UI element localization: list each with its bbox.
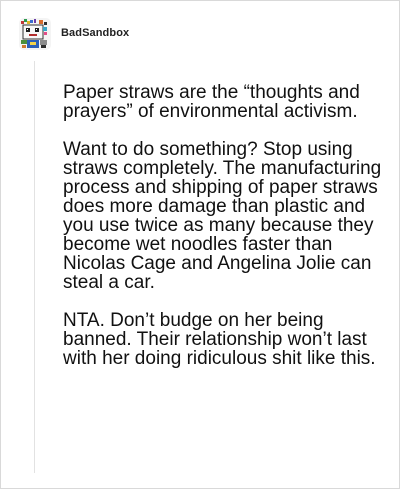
thread-line [34,61,35,473]
avatar[interactable] [19,18,51,50]
comment-paragraph-1: Paper straws are the “thoughts and praye… [63,82,360,122]
comment-paragraph-3: NTA. Don’t budge on her being banned. Th… [63,310,376,369]
username[interactable]: BadSandbox [61,27,129,39]
comment-card: BadSandbox Paper straws are the “thought… [0,0,400,489]
comment-paragraph-2: Want to do something? Stop using straws … [63,139,382,293]
comment-header: BadSandbox [19,16,129,52]
pixel-art-avatar-icon [19,18,51,50]
comment-body: Paper straws are the “thoughts and praye… [63,83,383,368]
